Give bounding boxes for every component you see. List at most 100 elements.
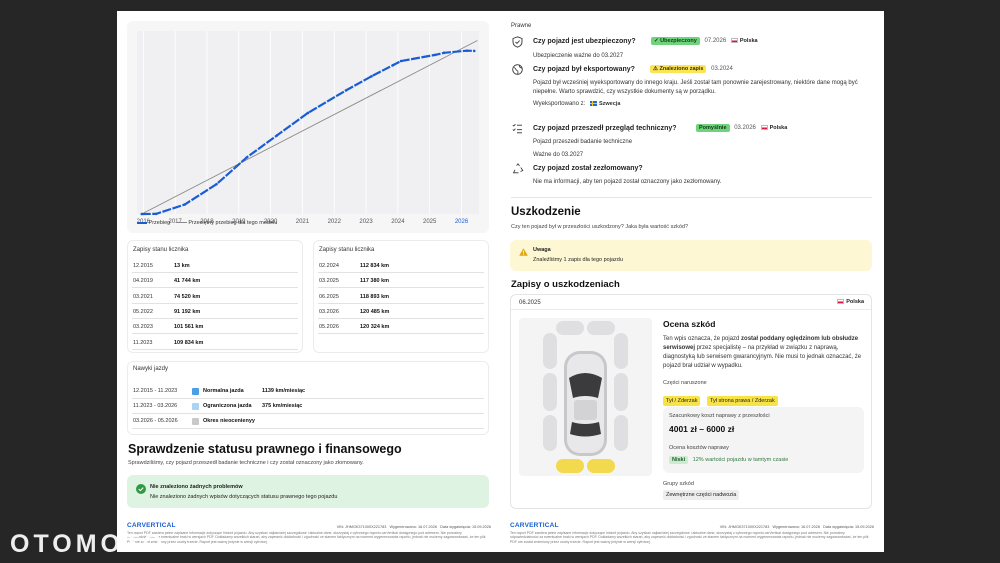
driving-color-swatch: [192, 388, 199, 395]
driving-period: 11.2023 - 03.2026: [133, 403, 178, 409]
inspection-country: Polska: [769, 125, 788, 131]
odometer-km: 112 834 km: [360, 263, 390, 269]
poland-flag-icon: [730, 37, 738, 43]
warning-icon: [519, 248, 528, 256]
chart-data-point: [275, 134, 279, 137]
odometer-km: 91 192 km: [174, 308, 201, 315]
damage-groups-label: Grupy szkód: [663, 481, 694, 487]
legal-section-label: Prawne: [511, 23, 532, 29]
sweden-flag-icon: [589, 101, 597, 106]
driving-label: Okres nieocenienyy: [203, 418, 255, 424]
exported-from-country: Szwecja: [598, 101, 621, 108]
damage-warning-text: Znaleźliśmy 1 zapis dla tego pojazdu: [533, 257, 623, 263]
odometer-date: 05.2022: [133, 308, 153, 315]
chart-data-point: [215, 182, 218, 186]
damaged-parts-list: Tył / Zderzak Tył strona prawa / Zderzak: [663, 389, 778, 407]
odometer-row: 12.2015 13 km: [132, 258, 298, 273]
odometer-title-right: Zapisy stanu licznika: [319, 247, 375, 253]
chart-data-point: [370, 75, 373, 78]
driving-row: 03.2026 - 05.2026 Okres nieocenienyy: [132, 415, 484, 429]
legend-swatch-average: [176, 222, 187, 224]
odometer-row: 02.2024 112 834 km: [318, 258, 484, 273]
export-date: 03.2024: [711, 66, 733, 72]
driving-label: Normalna jazda: [203, 388, 244, 394]
legal-status-ok-box: Nie znaleziono żadnych problemów Nie zna…: [127, 475, 489, 508]
legend-label-mileage: Przebieg: [148, 220, 171, 226]
legal-status-subtitle: Sprawdziliśmy, czy pojazd przeszedł bada…: [128, 460, 364, 466]
insured-badge: ✓ Ubezpieczony: [651, 37, 700, 45]
driving-value: 375 km/miesiąc: [262, 403, 303, 409]
odometer-km: 118 893 km: [360, 293, 390, 300]
odometer-km: 117 380 km: [360, 278, 390, 285]
recycle-icon: [512, 163, 524, 174]
odometer-date: 03.2023: [133, 324, 153, 331]
repair-rating-label: Ocena kosztów naprawy: [669, 445, 729, 451]
insured-date: 07.2026: [704, 38, 727, 44]
driving-color-swatch: [192, 418, 199, 425]
driving-period: 12.2015 - 11.2023: [133, 388, 178, 394]
odometer-title-left: Zapisy stanu licznika: [133, 247, 189, 253]
footer-valid: Data wygaśnięcia: 15.09.2026: [823, 524, 874, 529]
chart-data-point: [433, 53, 437, 57]
chart-data-point: [154, 212, 158, 216]
odometer-km: 101 561 km: [174, 324, 204, 331]
chart-data-point: [245, 156, 249, 159]
damage-assessment-title: Ocena szkód: [663, 319, 716, 329]
page-footer-right: CARVERTICAL VIN: JHMGK371000X221783 Wyge…: [510, 522, 874, 545]
chart-x-tick-label: 2025: [423, 219, 437, 225]
legal-status-ok-text: Nie znaleziono żadnych wpisów dotyczącyc…: [150, 494, 338, 500]
damaged-part-tag: Tył strona prawa / Zderzak: [706, 396, 778, 406]
repair-rating-text: 12% wartości pojazdu w tamtym czasie: [692, 457, 789, 463]
repair-rating-badge: Niski: [669, 456, 689, 464]
odometer-km: 13 km: [174, 263, 190, 269]
chart-data-point: [472, 49, 476, 53]
damage-warning-box: Uwaga Znaleźliśmy 1 zapis dla tego pojaz…: [510, 240, 872, 271]
odometer-row: 05.2026 120 324 km: [318, 319, 484, 335]
chart-legend: Przebieg Przeciętny przebieg dla tego mo…: [137, 220, 277, 226]
inspection-date: 03.2026: [734, 125, 756, 131]
exported-from: Wyeksportowano z: Szwecja: [533, 101, 620, 107]
report-page-right: Prawne Czy pojazd jest ubezpieczony? ✓ U…: [500, 11, 884, 552]
chart-plot-area: [137, 31, 479, 214]
chart-data-point: [306, 111, 310, 115]
checklist-icon: [512, 123, 523, 134]
insured-note: Ubezpieczenie ważne do 03.2027: [533, 53, 624, 59]
damage-warning-title: Uwaga: [533, 247, 551, 253]
odometer-row: 03.2023 101 561 km: [132, 319, 298, 335]
damage-record-date: 06.2025: [519, 300, 541, 306]
divider: [511, 197, 872, 198]
legal-status-ok-title: Nie znaleziono żadnych problemów: [150, 484, 243, 490]
odometer-card-right: Zapisy stanu licznika 02.2024 112 834 km 0…: [313, 240, 489, 353]
driving-habits-card: Nawyki jazdy 12.2015 - 11.2023 Normalna j…: [127, 361, 489, 435]
driving-color-swatch: [192, 403, 199, 410]
odometer-km: 74 520 km: [174, 293, 201, 300]
insured-question: Czy pojazd jest ubezpieczony?: [533, 38, 636, 45]
car-damage-diagram: [519, 318, 652, 476]
export-status: ⚠ Znaleziono zapis 03.2024: [650, 65, 733, 73]
mileage-chart-card: 2016 2017 2018 2019 2020 2021 2022 2023 2024 2025…: [127, 21, 489, 233]
driving-row: 12.2015 - 11.2023 Normalna jazda 1139 km/m…: [132, 385, 484, 399]
odometer-row: 03.2025 117 380 km: [318, 273, 484, 289]
legal-status-title: Sprawdzenie statusu prawnego i finansowe…: [128, 442, 402, 456]
chart-x-tick-label: 2023: [359, 219, 373, 225]
chart-x-tick-label: 2021: [296, 219, 310, 225]
damaged-part-tag: Tył / Zderzak: [663, 396, 701, 406]
driving-habits-title: Nawyki jazdy: [133, 366, 169, 372]
legend-label-average: Przeciętny przebieg dla tego modelu: [188, 220, 278, 226]
damage-record-header: 06.2025 Polska: [511, 295, 871, 310]
odometer-card-left: Zapisy stanu licznika 12.2015 13 km 04.201…: [127, 240, 303, 353]
repair-cost-value: 4001 zł – 6000 zł: [669, 424, 735, 434]
odometer-km: 120 324 km: [360, 324, 390, 331]
scrapped-question: Czy pojazd został zezłomowany?: [533, 165, 643, 172]
carvertical-logo: CARVERTICAL: [510, 521, 559, 529]
legend-swatch-mileage: [137, 221, 147, 224]
odometer-km: 41 744 km: [174, 278, 201, 285]
odometer-date: 06.2025: [319, 293, 339, 300]
odometer-date: 12.2015: [133, 263, 153, 269]
driving-value: 1139 km/miesiąc: [262, 388, 306, 394]
repair-rating: Niski 12% wartości pojazdu w tamtym czas…: [669, 456, 788, 464]
otomoto-watermark: OTOMOTO: [10, 530, 167, 558]
damage-record-card: 06.2025 Polska Ocena szkód Ten wpis ozna…: [510, 294, 872, 509]
export-question: Czy pojazd był eksportowany?: [533, 66, 635, 73]
chart-data-point: [183, 203, 187, 206]
